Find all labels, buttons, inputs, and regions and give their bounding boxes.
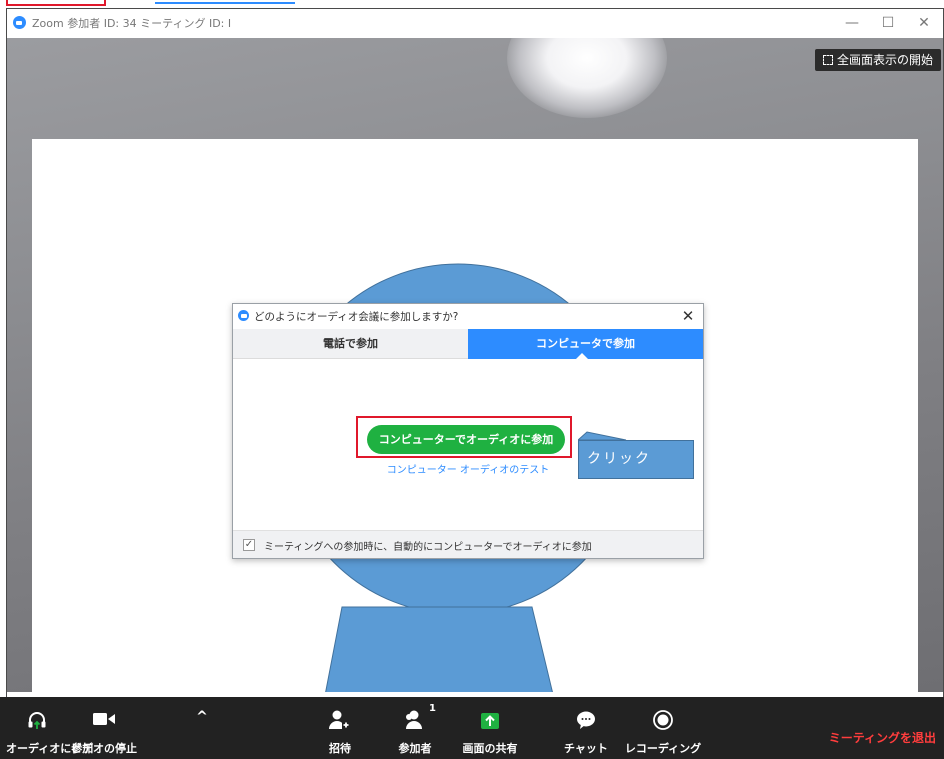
record-button[interactable]: レコーディング	[618, 697, 708, 759]
share-screen-button[interactable]: 画面の共有	[455, 697, 525, 759]
participants-icon	[406, 710, 422, 729]
ceiling-light	[507, 38, 667, 118]
leave-meeting-button[interactable]: ミーティングを退出	[829, 729, 936, 746]
invite-label: 招待	[329, 742, 351, 755]
video-options-caret[interactable]: ^	[190, 697, 214, 759]
headphones-icon	[28, 712, 46, 729]
minimize-button[interactable]: —	[837, 12, 867, 34]
auto-join-checkbox[interactable]: ✓	[243, 539, 255, 551]
maximize-button[interactable]: ☐	[873, 12, 903, 34]
title-bar: Zoom 参加者 ID: 34 ミーティング ID: I — ☐ ✕	[7, 9, 943, 39]
record-icon	[653, 710, 673, 730]
dialog-title: どのようにオーディオ会議に参加しますか?	[254, 311, 459, 323]
click-callout: クリック	[578, 440, 694, 479]
share-screen-icon	[481, 713, 499, 729]
video-camera-icon	[93, 713, 115, 725]
highlight-box	[356, 416, 572, 458]
participants-button[interactable]: 1 参加者	[385, 697, 445, 759]
record-label: レコーディング	[624, 742, 702, 755]
fullscreen-icon	[822, 55, 833, 65]
stop-video-button[interactable]: ビデオの停止	[68, 697, 140, 759]
auto-join-label: ミーティングへの参加時に、自動的にコンピューターでオーディオに参加	[264, 542, 592, 553]
stop-video-label: ビデオの停止	[71, 742, 137, 755]
zoom-logo-icon	[238, 310, 249, 321]
invite-icon	[329, 710, 350, 729]
close-button[interactable]: ✕	[909, 12, 939, 34]
participant-count-badge: 1	[429, 703, 436, 714]
dialog-close-button[interactable]: ✕	[679, 306, 697, 326]
join-audio-label: オーディオに参加	[6, 742, 94, 755]
zoom-window: Zoom 参加者 ID: 34 ミーティング ID: I — ☐ ✕ 全画面表示…	[6, 8, 944, 759]
meeting-toolbar: オーディオに参加 ビデオの停止 ^ 招待 1 参加者 画面の共有 チャット レコ…	[0, 697, 944, 759]
chat-button[interactable]: チャット	[558, 697, 614, 759]
share-screen-label: 画面の共有	[462, 742, 518, 755]
tab-fragment	[155, 0, 295, 4]
top-strip	[0, 0, 944, 8]
chat-icon	[577, 711, 595, 729]
invite-button[interactable]: 招待	[310, 697, 370, 759]
dialog-title-bar: どのようにオーディオ会議に参加しますか? ✕	[233, 304, 703, 329]
chevron-up-icon: ^	[196, 709, 208, 725]
join-audio-button[interactable]: オーディオに参加	[6, 697, 94, 759]
fullscreen-button[interactable]: 全画面表示の開始	[814, 49, 941, 71]
dialog-footer: ✓ ミーティングへの参加時に、自動的にコンピューターでオーディオに参加	[233, 530, 703, 558]
figure-body	[325, 606, 553, 692]
active-tab-indicator	[576, 353, 588, 359]
zoom-logo-icon	[13, 16, 26, 29]
dialog-tabs: 電話で参加 コンピュータで参加	[233, 329, 703, 359]
fullscreen-label: 全画面表示の開始	[836, 53, 933, 67]
chat-label: チャット	[564, 742, 608, 755]
tab-phone[interactable]: 電話で参加	[233, 329, 468, 359]
participants-label: 参加者	[398, 742, 432, 755]
window-title: Zoom 参加者 ID: 34 ミーティング ID: I	[32, 17, 232, 30]
highlight-fragment	[6, 0, 106, 6]
